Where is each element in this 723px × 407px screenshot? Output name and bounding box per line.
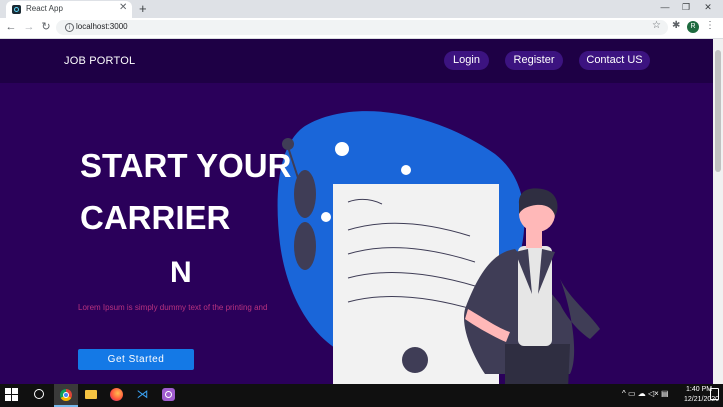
person-legs	[505, 344, 570, 384]
hero-heading-line1: START YOUR	[80, 147, 292, 184]
site-brand[interactable]: JOB PORTOL	[64, 55, 135, 67]
nav-login-link[interactable]: Login	[444, 51, 489, 70]
site-navbar: JOB PORTOL Login Register Contact US	[0, 39, 713, 83]
hero-subtitle: Lorem Ipsum is simply dummy text of the …	[78, 303, 268, 312]
hanging-leaf	[294, 222, 316, 270]
minimize-icon[interactable]: —	[658, 2, 672, 12]
hero-illustration	[277, 111, 600, 384]
clock-time[interactable]: 1:40 PM	[686, 386, 712, 393]
chrome-taskbar-button[interactable]	[54, 384, 78, 407]
web-page: JOB PORTOL Login Register Contact US STA…	[0, 39, 713, 384]
tab-title: React App	[26, 4, 63, 13]
site-info-icon[interactable]: i	[65, 23, 74, 32]
profile-avatar[interactable]: R	[687, 21, 699, 33]
hanging-leaf	[294, 170, 316, 218]
window-close-icon[interactable]: ✕	[701, 2, 715, 13]
notifications-icon[interactable]	[710, 388, 719, 400]
maximize-icon[interactable]: ❐	[679, 2, 693, 13]
hero-heading-line2: CARRIER	[80, 199, 231, 236]
address-bar[interactable]: i localhost:3000 ☆	[56, 20, 668, 35]
extensions-icon[interactable]: ✱	[672, 20, 680, 31]
forward-icon[interactable]: →	[22, 20, 36, 34]
system-tray-icons[interactable]: ^ ▭ ☁ ◁× ▤	[622, 389, 669, 398]
browser-tab[interactable]: React App ✕	[6, 1, 132, 18]
bookmark-star-icon[interactable]: ☆	[652, 20, 661, 31]
app-icon[interactable]	[162, 388, 175, 401]
react-favicon-icon	[12, 5, 21, 14]
browser-menu-icon[interactable]: ⋮	[705, 20, 715, 31]
decor-dot	[321, 212, 331, 222]
browser-toolbar: ← → ↻ i localhost:3000 ☆	[0, 18, 723, 39]
new-tab-button[interactable]: +	[139, 1, 147, 16]
file-explorer-icon[interactable]	[85, 390, 97, 399]
windows-start-icon[interactable]	[5, 388, 19, 402]
scrollbar-thumb[interactable]	[715, 50, 721, 172]
hero-typing-text: N	[170, 256, 192, 289]
decor-dot	[335, 142, 349, 156]
vscode-icon[interactable]: ⋊	[136, 388, 149, 401]
nav-register-link[interactable]: Register	[505, 51, 563, 70]
browser-tab-strip: React App ✕ + — ❐ ✕	[0, 0, 723, 18]
url-text: localhost:3000	[76, 22, 128, 31]
windows-taskbar	[0, 384, 723, 407]
decor-dot	[401, 165, 411, 175]
reload-icon[interactable]: ↻	[39, 20, 53, 34]
search-icon[interactable]	[34, 389, 44, 399]
nav-contact-link[interactable]: Contact US	[579, 51, 650, 70]
document-seal	[402, 347, 428, 373]
get-started-button[interactable]: Get Started	[78, 349, 194, 370]
tab-close-icon[interactable]: ✕	[119, 2, 127, 13]
back-icon[interactable]: ←	[4, 20, 18, 34]
firefox-icon[interactable]	[110, 388, 123, 401]
